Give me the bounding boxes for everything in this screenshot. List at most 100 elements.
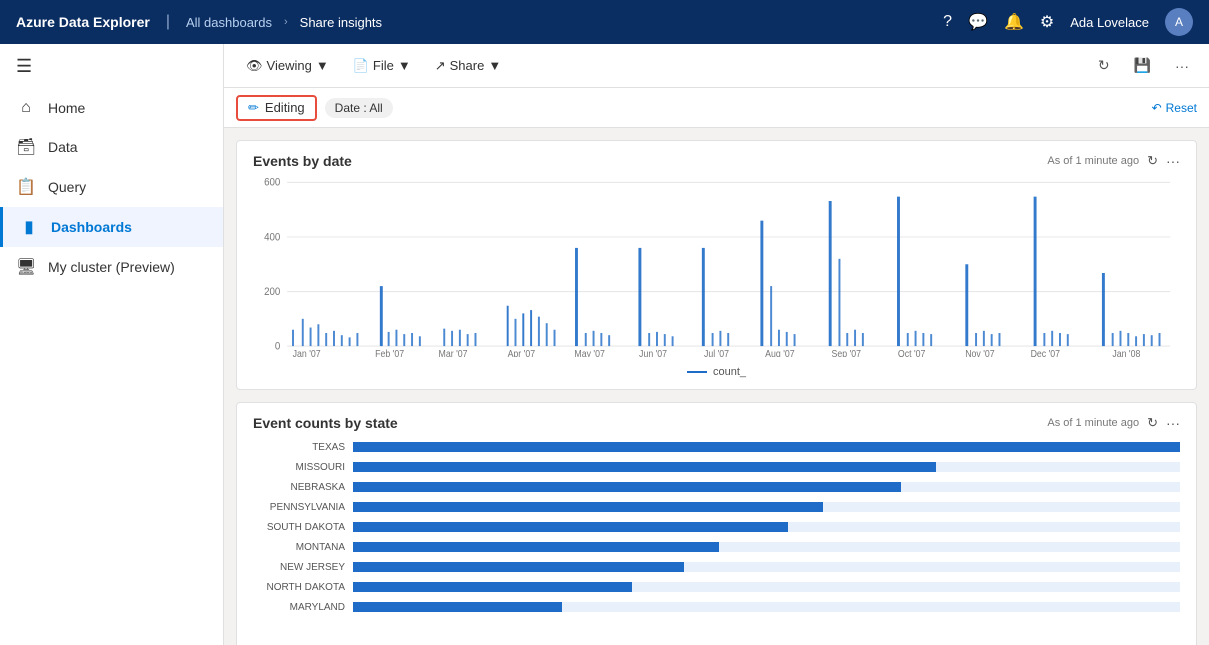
home-icon: ⌂ — [16, 99, 36, 117]
svg-text:May '07: May '07 — [574, 349, 604, 357]
refresh-button[interactable]: ↻ — [1090, 52, 1118, 79]
bar-label: PENNSYLVANIA — [253, 502, 353, 513]
svg-text:Apr '07: Apr '07 — [508, 349, 536, 357]
user-avatar[interactable]: A — [1165, 8, 1193, 36]
sidebar-label-dashboards: Dashboards — [51, 219, 132, 235]
legend-line — [687, 371, 707, 373]
sidebar-label-home: Home — [48, 100, 85, 116]
bar-fill — [353, 542, 719, 552]
chart2-refresh-icon[interactable]: ↻ — [1147, 415, 1158, 431]
svg-text:Mar '07: Mar '07 — [439, 349, 468, 357]
query-icon: 📋 — [16, 177, 36, 197]
share-label: Share — [450, 58, 485, 73]
chart1-meta-text: As of 1 minute ago — [1047, 155, 1139, 167]
chart2-meta-text: As of 1 minute ago — [1047, 417, 1139, 429]
svg-text:Dec '07: Dec '07 — [1031, 349, 1060, 357]
save-button[interactable]: 💾 — [1126, 52, 1159, 79]
nav-icons: ? 💬 🔔 ⚙ Ada Lovelace A — [943, 8, 1193, 36]
chart1-refresh-icon[interactable]: ↻ — [1147, 153, 1158, 169]
chart2-more-icon[interactable]: ··· — [1166, 415, 1180, 431]
file-button[interactable]: 📄 File ▼ — [343, 53, 421, 79]
sidebar-item-data[interactable]: 🗃 Data — [0, 127, 223, 167]
svg-text:0: 0 — [275, 341, 281, 353]
hamburger-menu[interactable]: ☰ — [0, 44, 223, 89]
viewing-button[interactable]: 👁 Viewing ▼ — [236, 53, 339, 79]
bar-track — [353, 522, 1180, 532]
bar-label: MARYLAND — [253, 602, 353, 613]
help-icon[interactable]: ? — [943, 13, 952, 31]
bar-track — [353, 582, 1180, 592]
svg-text:Feb '07: Feb '07 — [375, 349, 404, 357]
svg-text:Sep '07: Sep '07 — [832, 349, 861, 357]
sidebar: ☰ ⌂ Home 🗃 Data 📋 Query ▮ Dashboards 🖥 M… — [0, 44, 224, 645]
pencil-icon: ✏ — [248, 100, 259, 116]
editing-box[interactable]: ✏ Editing — [236, 95, 317, 121]
bar-label: NEW JERSEY — [253, 562, 353, 573]
app-brand: Azure Data Explorer — [16, 14, 150, 30]
chart1-legend: count_ — [253, 366, 1180, 378]
breadcrumb-all-dashboards[interactable]: All dashboards — [186, 15, 272, 30]
feedback-icon[interactable]: 💬 — [968, 12, 988, 32]
svg-text:200: 200 — [264, 286, 280, 298]
svg-text:Nov '07: Nov '07 — [965, 349, 994, 357]
file-chevron: ▼ — [398, 58, 411, 73]
date-filter[interactable]: Date : All — [325, 98, 393, 118]
reset-icon: ↶ — [1152, 101, 1162, 115]
nav-separator: | — [166, 13, 170, 31]
chart2-header: Event counts by state As of 1 minute ago… — [253, 415, 1180, 431]
reset-label: Reset — [1166, 101, 1197, 115]
notification-icon[interactable]: 🔔 — [1004, 12, 1024, 32]
viewing-label: Viewing — [267, 58, 312, 73]
editing-label: Editing — [265, 100, 305, 115]
top-nav: Azure Data Explorer | All dashboards › S… — [0, 0, 1209, 44]
breadcrumb-current: Share insights — [300, 15, 382, 30]
cluster-icon: 🖥 — [16, 257, 36, 277]
share-chevron: ▼ — [488, 58, 501, 73]
sidebar-item-dashboards[interactable]: ▮ Dashboards — [0, 207, 223, 247]
bar-chart-row: PENNSYLVANIA — [253, 499, 1180, 515]
bar-fill — [353, 482, 901, 492]
dashboards-icon: ▮ — [19, 217, 39, 237]
chart1-svg: 600 400 200 0 — [253, 177, 1180, 357]
svg-text:Aug '07: Aug '07 — [765, 349, 794, 357]
chart1-header: Events by date As of 1 minute ago ↻ ··· — [253, 153, 1180, 169]
chart1-more-icon[interactable]: ··· — [1166, 153, 1180, 169]
filter-bar-right: ↶ Reset — [1152, 101, 1197, 115]
bar-label: NEBRASKA — [253, 482, 353, 493]
viewing-icon: 👁 — [246, 58, 263, 74]
bar-chart-row: MISSOURI — [253, 459, 1180, 475]
toolbar: 👁 Viewing ▼ 📄 File ▼ ↗ Share ▼ ↻ 💾 ··· — [224, 44, 1209, 88]
share-button[interactable]: ↗ Share ▼ — [425, 53, 511, 79]
sidebar-item-query[interactable]: 📋 Query — [0, 167, 223, 207]
charts-area: Events by date As of 1 minute ago ↻ ··· — [224, 128, 1209, 645]
sidebar-label-data: Data — [48, 139, 78, 155]
sidebar-item-cluster[interactable]: 🖥 My cluster (Preview) — [0, 247, 223, 287]
bar-track — [353, 602, 1180, 612]
chart2-title: Event counts by state — [253, 415, 1047, 431]
bar-chart-row: NEBRASKA — [253, 479, 1180, 495]
event-counts-by-state-card: Event counts by state As of 1 minute ago… — [236, 402, 1197, 645]
bar-track — [353, 562, 1180, 572]
events-by-date-card: Events by date As of 1 minute ago ↻ ··· — [236, 140, 1197, 390]
bar-track — [353, 462, 1180, 472]
svg-text:Jan '08: Jan '08 — [1112, 349, 1140, 357]
data-icon: 🗃 — [16, 137, 36, 157]
bar-fill — [353, 522, 788, 532]
toolbar-right: ↻ 💾 ··· — [1090, 52, 1197, 79]
file-icon: 📄 — [353, 58, 369, 74]
bar-label: MONTANA — [253, 542, 353, 553]
breadcrumb-chevron: › — [284, 16, 288, 28]
bar-track — [353, 482, 1180, 492]
bar-fill — [353, 442, 1180, 452]
chart1-title: Events by date — [253, 153, 1047, 169]
chart2-container: TEXASMISSOURINEBRASKAPENNSYLVANIASOUTH D… — [253, 439, 1180, 639]
bar-label: TEXAS — [253, 442, 353, 453]
svg-text:400: 400 — [264, 232, 280, 244]
sidebar-item-home[interactable]: ⌂ Home — [0, 89, 223, 127]
more-options-button[interactable]: ··· — [1167, 53, 1197, 79]
bar-track — [353, 502, 1180, 512]
settings-icon[interactable]: ⚙ — [1040, 12, 1054, 32]
bar-chart-row: NEW JERSEY — [253, 559, 1180, 575]
bar-chart-row: MARYLAND — [253, 599, 1180, 615]
reset-button[interactable]: ↶ Reset — [1152, 101, 1197, 115]
